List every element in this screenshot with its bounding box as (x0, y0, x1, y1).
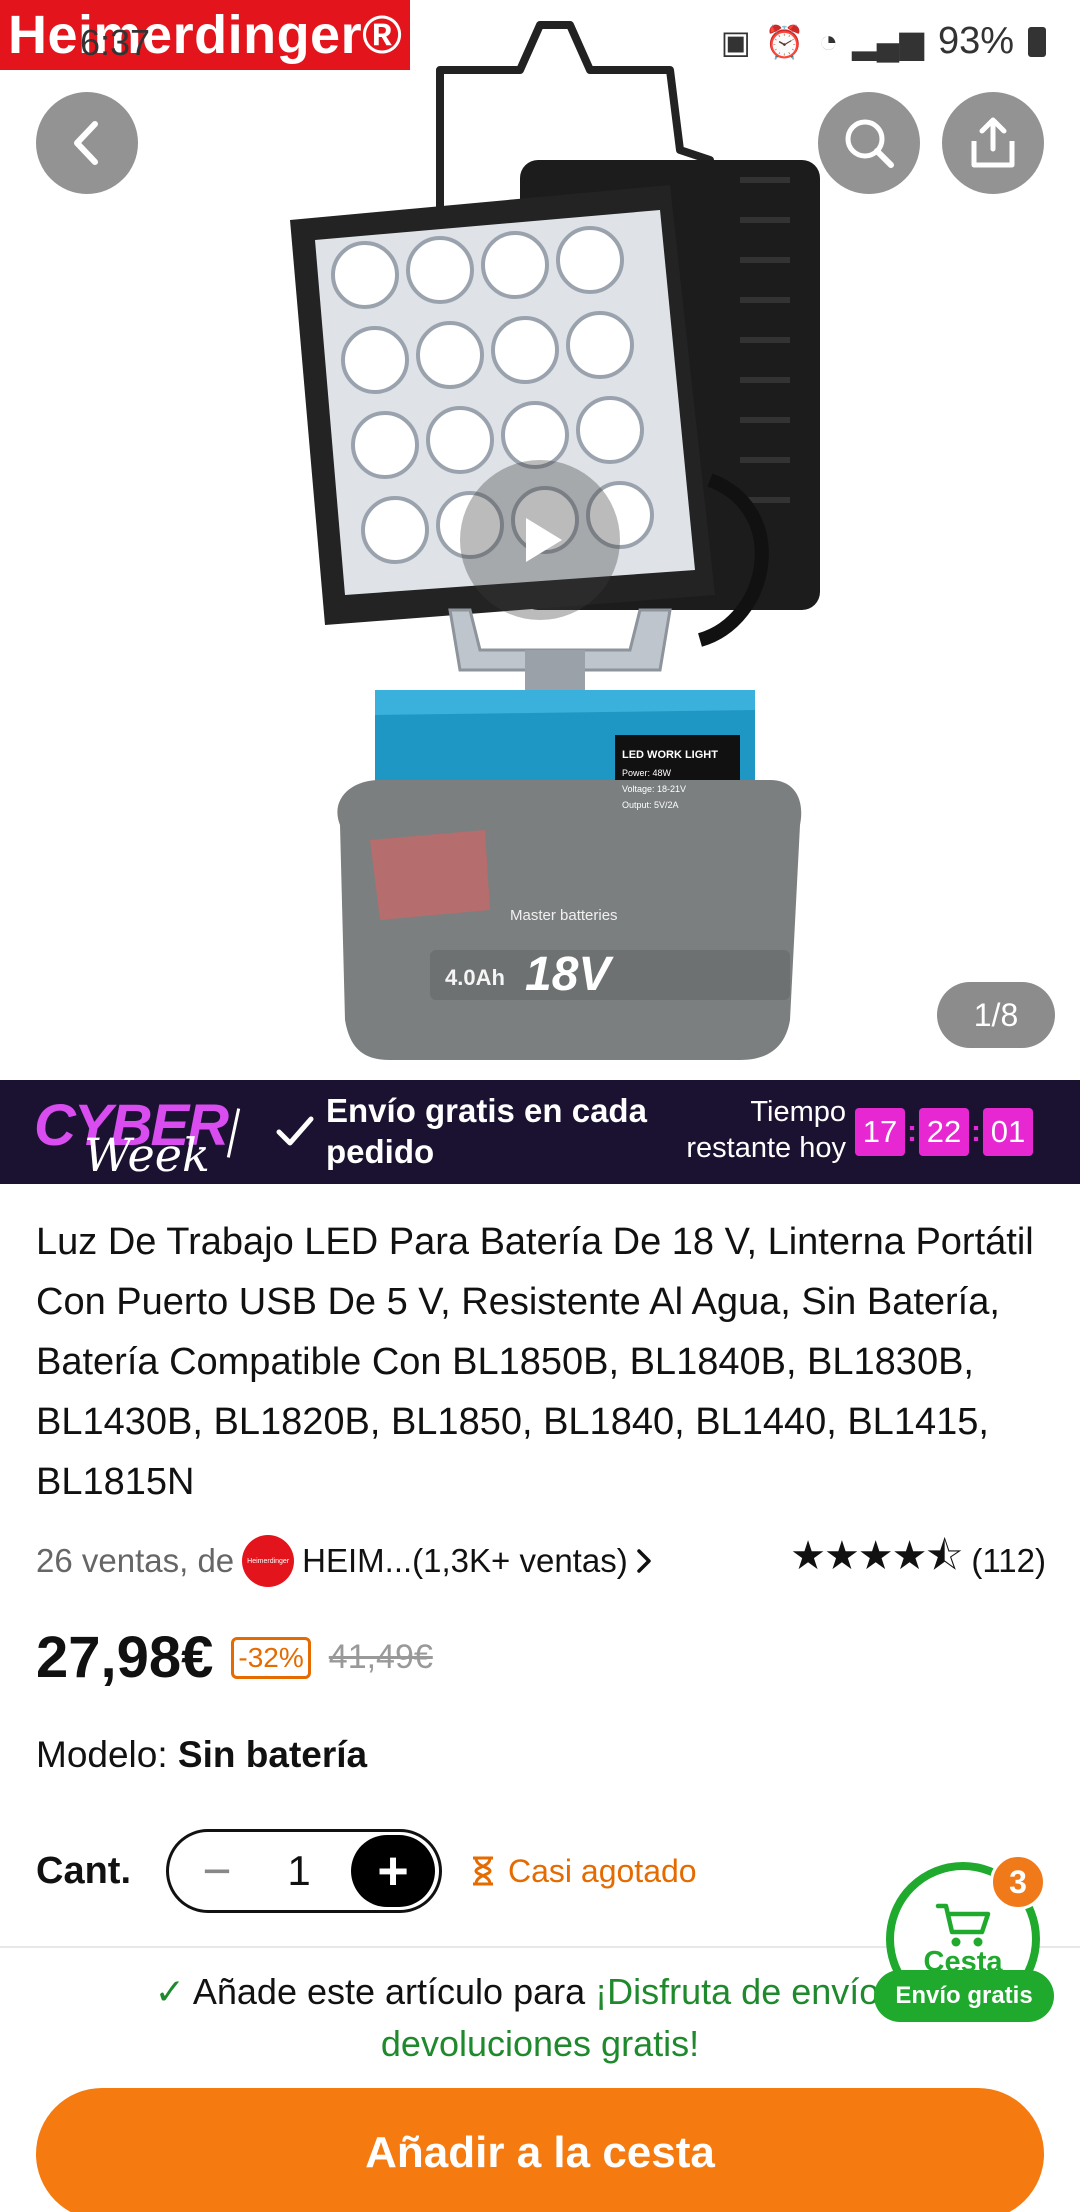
cart-icon (935, 1903, 991, 1946)
countdown-hours: 17 (855, 1108, 905, 1156)
battery-brand-text: Master batteries (510, 907, 618, 924)
model-selector[interactable]: Modelo: Sin batería (36, 1734, 367, 1776)
rating[interactable]: ★★★★⯪ (112) (790, 1527, 1046, 1595)
status-time: 6:37 (80, 22, 151, 63)
image-counter: 1/8 (937, 982, 1055, 1048)
check-icon: ✓ (154, 1971, 185, 2012)
stock-status-text: Casi agotado (508, 1852, 697, 1889)
label-power: Power: 48W (622, 768, 672, 778)
add-to-cart-button[interactable]: Añadir a la cesta (36, 2088, 1044, 2212)
wifi-icon: ◔ (818, 23, 839, 59)
battery-voltage-text: 18V (525, 948, 614, 1001)
label-voltage: Voltage: 18-21V (622, 784, 686, 794)
hourglass-icon (473, 1856, 493, 1886)
battery-icon (1028, 26, 1046, 57)
product-title: Luz De Trabajo LED Para Batería De 18 V,… (36, 1221, 1034, 1503)
free-returns-prefix: Añade este artículo para (192, 1971, 586, 2012)
seller-logo: Heimerdinger (242, 1535, 295, 1587)
free-shipping-message: Envío gratis en cada pedido (326, 1092, 647, 1170)
rating-stars: ★★★★⯪ (790, 1527, 964, 1595)
week-text: Week (84, 1128, 210, 1182)
increase-button[interactable]: + (350, 1835, 435, 1907)
quantity-label: Cant. (36, 1849, 131, 1892)
discount-badge: -32% (231, 1636, 311, 1679)
decrease-button[interactable]: − (187, 1842, 247, 1900)
alarm-icon: ⏰ (764, 23, 805, 60)
original-price: 41,49€ (328, 1638, 433, 1676)
seller-row[interactable]: 26 ventas, de Heimerdinger HEIM...(1,3K+… (36, 1534, 1046, 1588)
chevron-left-icon (74, 121, 98, 165)
brand-logo: Heimerdinger® (0, 0, 411, 70)
check-icon (276, 1116, 314, 1146)
product-gallery[interactable]: Master batteries 4.0Ah 18V LED WORK LIGH… (0, 0, 1080, 1080)
countdown-label: Tiempo restante hoy (686, 1096, 846, 1164)
rating-count: (112) (971, 1542, 1046, 1579)
cyber-week-logo: CYBER Week (34, 1096, 244, 1179)
stock-status: Casi agotado (470, 1853, 697, 1890)
price-row: 27,98€ -32% 41,49€ (36, 1624, 433, 1691)
cart-count-badge: 3 (990, 1854, 1046, 1910)
notification-icon: ▣ (720, 23, 751, 60)
free-shipping-badge: Envío gratis (874, 1970, 1054, 2022)
model-label: Modelo: (36, 1734, 168, 1775)
countdown-separator: : (907, 1115, 917, 1148)
signal-icon: ▂▄▆ (852, 23, 924, 60)
countdown-minutes: 22 (919, 1108, 969, 1156)
share-button[interactable] (942, 92, 1044, 194)
current-price: 27,98€ (36, 1625, 214, 1690)
status-icons: ▣ ⏰ ◔ ▂▄▆ 93% (721, 20, 1046, 63)
search-button[interactable] (818, 92, 920, 194)
chevron-right-icon (636, 1549, 651, 1573)
quantity-stepper[interactable]: − 1 + (166, 1829, 442, 1913)
countdown-separator: : (971, 1115, 981, 1148)
quantity-value: 1 (287, 1847, 311, 1894)
share-icon (971, 117, 1015, 168)
play-video-button[interactable] (460, 460, 620, 620)
label-output: Output: 5V/2A (622, 800, 679, 810)
countdown-seconds: 01 (983, 1108, 1033, 1156)
model-value: Sin batería (177, 1734, 368, 1775)
half-star-icon: ⯪ (925, 1534, 964, 1578)
label-title: LED WORK LIGHT (622, 749, 718, 761)
quantity-row: Cant. − 1 + Casi agotado (36, 1828, 697, 1914)
countdown-timer: 17 : 22 : 01 (855, 1108, 1033, 1156)
promo-banner[interactable]: CYBER Week Envío gratis en cada pedido T… (0, 1080, 1080, 1184)
seller-name[interactable]: HEIM...(1,3K+ ventas) (302, 1542, 628, 1580)
battery-percent: 93% (937, 20, 1014, 62)
back-button[interactable] (36, 92, 138, 194)
search-icon (845, 119, 894, 168)
play-icon (526, 518, 562, 562)
sales-count: 26 ventas, de (36, 1542, 235, 1579)
battery-capacity-text: 4.0Ah (445, 965, 505, 990)
free-returns-message: ✓ Añade este artículo para ¡Disfruta de … (60, 1966, 1020, 2070)
